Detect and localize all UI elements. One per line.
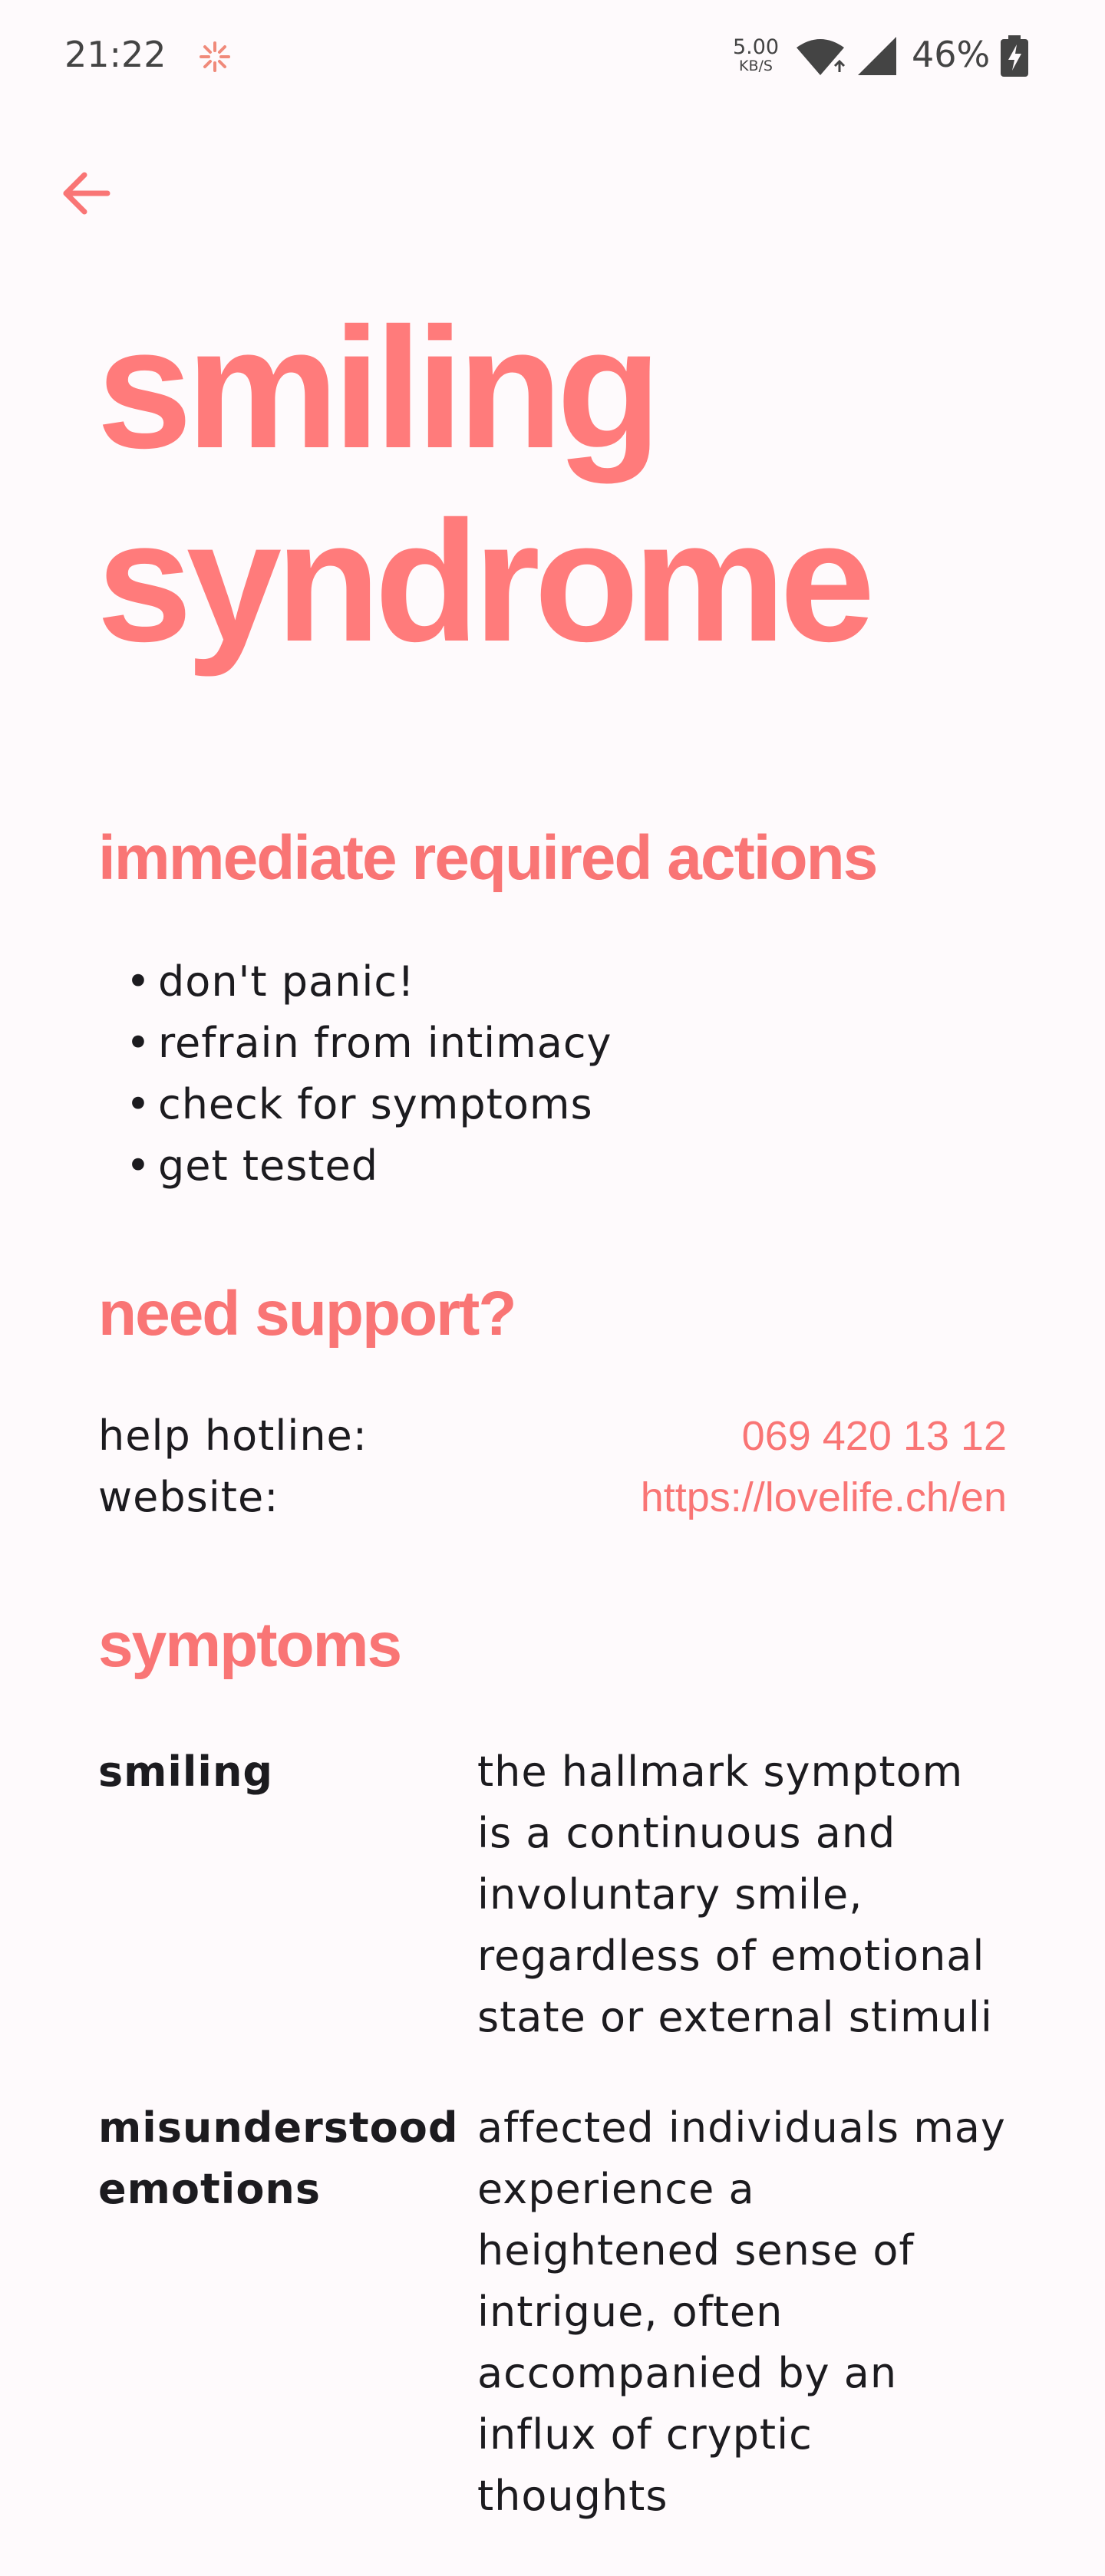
action-item: check for symptoms [123,1074,612,1135]
page-title-line1: smiling [97,292,661,484]
actions-list: don't panic! refrain from intimacy check… [123,951,612,1197]
arrow-left-icon [63,172,110,215]
symptom-name: misunderstood emotions [98,2103,459,2213]
page-title: smiling syndrome [97,292,1048,678]
symptom-name: smiling [98,1748,274,1796]
back-button[interactable] [43,150,129,236]
symptom-description: affected individuals may experience a he… [477,2103,1006,2520]
network-speed-unit: KB/S [739,58,773,74]
actions-heading: immediate required actions [98,823,878,893]
symptom-description: the hallmark symptom is a continuous and… [477,1748,993,2041]
action-item: get tested [123,1135,612,1197]
network-speed-value: 5.00 [732,35,780,59]
website-link[interactable]: https://lovelife.ch/en [641,1467,1007,1528]
page-title-line2: syndrome [97,486,876,677]
website-label: website: [98,1473,279,1521]
hotline-label: help hotline: [98,1412,368,1460]
symptoms-heading: symptoms [98,1610,402,1680]
status-time: 21:22 [64,34,167,75]
hotline-link[interactable]: 069 420 13 12 [742,1405,1007,1467]
support-heading: need support? [98,1279,516,1349]
symptoms-list: smiling the hallmark symptom is a contin… [98,1741,1019,2576]
battery-percent: 46% [912,34,991,75]
support-section: help hotline: 069 420 13 12 website: htt… [98,1405,1007,1528]
network-speed: 5.00 KB/S [727,37,784,74]
symptom-item: misunderstood emotions affected individu… [98,2097,1019,2527]
hotline-row: help hotline: 069 420 13 12 [98,1405,1007,1467]
battery-charging-icon [1001,35,1028,77]
cell-signal-icon [858,37,896,75]
website-row: website: https://lovelife.ch/en [98,1467,1007,1528]
wifi-icon [797,39,846,75]
action-item: refrain from intimacy [123,1013,612,1074]
symptom-item: smiling the hallmark symptom is a contin… [98,1741,1019,2048]
app-notification-icon [200,41,230,72]
status-bar: 21:22 5.00 KB/S 46% [0,0,1105,115]
action-item: don't panic! [123,951,612,1013]
